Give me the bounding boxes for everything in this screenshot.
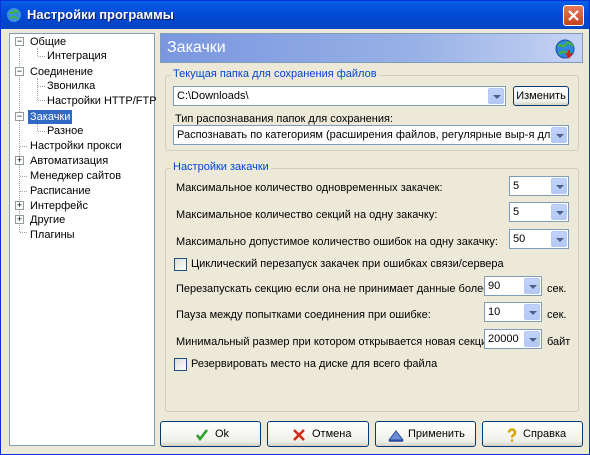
max-errors-combo[interactable]: 50: [509, 229, 569, 249]
settings-tree[interactable]: − Общие Интеграция − Соединение Звонилка…: [9, 33, 157, 446]
chevron-down-icon[interactable]: [551, 127, 567, 143]
chevron-down-icon[interactable]: [551, 231, 567, 247]
close-icon: [568, 10, 579, 21]
expand-other-icon[interactable]: +: [15, 215, 24, 224]
max-errors-label: Максимально допустимое количество ошибок…: [176, 236, 498, 248]
restart-section-value: 90: [488, 280, 501, 292]
max-downloads-label: Максимальное количество одновременных за…: [176, 182, 443, 194]
cyclic-restart-label[interactable]: Циклический перезапуск закачек при ошибк…: [191, 258, 504, 270]
tree-item-integration[interactable]: Интеграция: [47, 49, 107, 63]
section-header: Закачки: [160, 33, 583, 63]
recognition-combo[interactable]: Распознавать по категориям (расширения ф…: [173, 125, 569, 145]
folder-path-combo[interactable]: C:\Downloads\: [173, 86, 506, 106]
recognition-value: Распознавать по категориям (расширения ф…: [177, 129, 551, 141]
tree-item-plugins[interactable]: Плагины: [30, 228, 75, 242]
max-errors-value: 50: [513, 233, 526, 245]
chevron-down-icon[interactable]: [488, 88, 504, 104]
expand-interface-icon[interactable]: +: [15, 201, 24, 210]
window-title: Настройки программы: [27, 7, 174, 22]
max-sections-combo[interactable]: 5: [509, 202, 569, 222]
change-folder-button[interactable]: Изменить: [513, 86, 569, 106]
tree-item-automation[interactable]: Автоматизация: [30, 154, 108, 168]
retry-pause-combo[interactable]: 10: [484, 302, 542, 322]
chevron-down-icon[interactable]: [551, 178, 567, 194]
checkmark-icon: [195, 428, 209, 445]
tree-item-general[interactable]: Общие: [30, 35, 66, 49]
title-bar: Настройки программы: [1, 1, 589, 29]
apply-icon: [387, 428, 405, 445]
collapse-connection-icon[interactable]: −: [15, 67, 24, 76]
globe-download-icon: [554, 38, 576, 63]
cyclic-restart-checkbox[interactable]: [174, 258, 187, 271]
chevron-down-icon[interactable]: [524, 304, 540, 320]
max-downloads-combo[interactable]: 5: [509, 176, 569, 196]
tree-item-schedule[interactable]: Расписание: [30, 184, 91, 198]
max-sections-value: 5: [513, 206, 520, 218]
restart-section-unit: сек.: [547, 283, 567, 295]
retry-pause-label: Пауза между попытками соединения при оши…: [176, 309, 431, 321]
settings-window: Настройки программы − Общие Интеграция −…: [0, 0, 590, 455]
min-section-label: Минимальный размер при котором открывает…: [176, 336, 497, 348]
tree-item-site-manager[interactable]: Менеджер сайтов: [30, 169, 121, 183]
folder-group-legend: Текущая папка для сохранения файлов: [171, 68, 379, 80]
section-title: Закачки: [167, 39, 226, 56]
tree-item-other[interactable]: Другие: [30, 213, 65, 227]
reserve-space-checkbox[interactable]: [174, 358, 187, 371]
ok-label: Ok: [215, 428, 230, 440]
tree-item-misc[interactable]: Разное: [47, 124, 83, 138]
apply-button[interactable]: Применить: [375, 421, 476, 447]
retry-pause-value: 10: [488, 306, 501, 318]
chevron-down-icon[interactable]: [551, 204, 567, 220]
chevron-down-icon[interactable]: [524, 331, 540, 347]
download-group-legend: Настройки закачки: [171, 161, 271, 173]
tree-item-downloads[interactable]: Закачки: [28, 110, 73, 124]
tree-item-dialer[interactable]: Звонилка: [47, 79, 95, 93]
folder-path-value: C:\Downloads\: [177, 90, 249, 102]
min-section-unit: байт: [547, 336, 571, 348]
reserve-space-label[interactable]: Резервировать место на диске для всего ф…: [191, 358, 437, 370]
cancel-label: Отмена: [312, 428, 352, 440]
restart-section-combo[interactable]: 90: [484, 276, 542, 296]
help-button[interactable]: Справка: [482, 421, 583, 447]
cancel-button[interactable]: Отмена: [267, 421, 369, 447]
help-icon: [505, 428, 519, 445]
apply-label: Применить: [408, 428, 465, 440]
max-downloads-value: 5: [513, 180, 520, 192]
help-label: Справка: [523, 428, 567, 440]
restart-section-label: Перезапускать секцию если она не принима…: [176, 283, 493, 295]
recognition-label: Тип распознавания папок для сохранения:: [175, 113, 394, 125]
cross-icon: [292, 428, 306, 445]
tree-item-http-ftp[interactable]: Настройки HTTP/FTP: [47, 94, 157, 108]
chevron-down-icon[interactable]: [524, 278, 540, 294]
max-sections-label: Максимальное количество секций на одну з…: [176, 209, 438, 221]
expand-automation-icon[interactable]: +: [15, 156, 24, 165]
tree-item-interface[interactable]: Интерфейс: [30, 199, 88, 213]
min-section-value: 20000: [488, 333, 519, 345]
app-globe-icon: [6, 7, 22, 23]
ok-button[interactable]: Ok: [160, 421, 261, 447]
collapse-general-icon[interactable]: −: [15, 37, 24, 46]
close-button[interactable]: [563, 5, 584, 26]
tree-item-proxy[interactable]: Настройки прокси: [30, 139, 122, 153]
collapse-downloads-icon[interactable]: −: [15, 112, 24, 121]
tree-item-connection[interactable]: Соединение: [30, 65, 93, 79]
retry-pause-unit: сек.: [547, 309, 567, 321]
min-section-combo[interactable]: 20000: [484, 329, 542, 349]
